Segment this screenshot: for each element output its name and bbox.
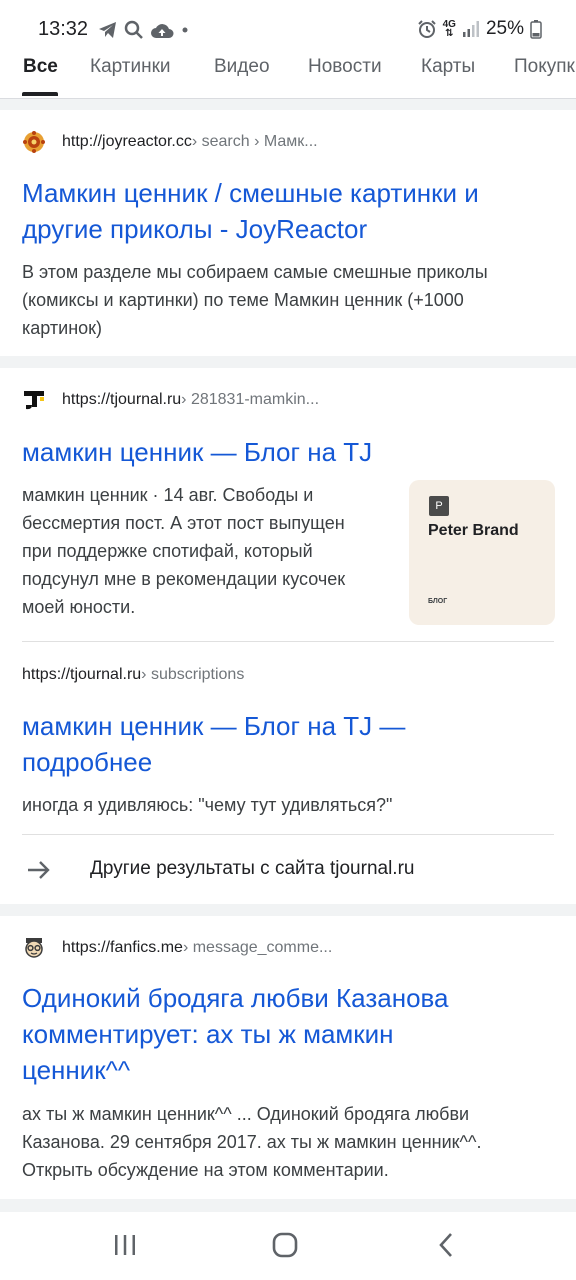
signal-icon	[462, 21, 479, 37]
result-path: › search › Мамк...	[191, 133, 318, 150]
snippet-line: подсунул мне в рекомендации кусочек	[22, 569, 346, 589]
divider	[22, 641, 554, 642]
snippet-line: ах ты ж мамкин ценник^^ ... Одинокий бро…	[22, 1104, 470, 1124]
result-url: https://tjournal.ru	[62, 391, 182, 408]
search-result-tjournal: https://tjournal.ru › 281831-mamkin... м…	[0, 368, 576, 904]
sub-result-title-line[interactable]: подробнее	[22, 744, 552, 780]
result-title[interactable]: мамкин ценник — Блог на TJ	[22, 434, 552, 470]
divider	[22, 834, 554, 835]
recent-apps-icon[interactable]	[113, 1234, 137, 1256]
result-url: https://fanfics.me	[62, 939, 183, 956]
result-source[interactable]: http://joyreactor.cc › search › Мамк...	[22, 130, 318, 154]
snippet-line: Казанова. 29 сентября 2017. ах ты ж мамк…	[22, 1132, 482, 1152]
sub-result-snippet: иногда я удивляюсь: "чему тут удивляться…	[22, 795, 393, 815]
dot-icon	[182, 27, 188, 33]
cloud-upload-icon	[151, 24, 174, 38]
snippet-line: (комиксы и картинки) по теме Мамкин ценн…	[22, 290, 464, 310]
result-source[interactable]: https://tjournal.ru › 281831-mamkin...	[22, 388, 319, 412]
system-navigation-bar	[0, 1212, 576, 1280]
sub-result-url: https://tjournal.ru	[22, 666, 142, 683]
search-icon	[124, 20, 143, 39]
result-thumbnail[interactable]: P Peter Brand БЛОГ	[409, 480, 555, 625]
sub-result-title[interactable]: мамкин ценник — Блог на TJ — подробнее	[22, 708, 552, 780]
snippet-line: Открыть обсуждение на этом комментарии.	[22, 1160, 389, 1180]
status-notifications	[98, 18, 190, 42]
more-results-button[interactable]: Другие результаты с сайта tjournal.ru	[0, 844, 576, 896]
battery-icon	[530, 20, 542, 39]
network-type: 4G ⇅	[442, 19, 456, 39]
tab-shopping[interactable]: Покупки	[514, 56, 576, 78]
telegram-icon	[99, 22, 116, 38]
result-title[interactable]: Одинокий бродяга любви Казанова комменти…	[22, 980, 552, 1088]
back-icon[interactable]	[437, 1232, 455, 1258]
sub-result-source[interactable]: https://tjournal.ru › subscriptions	[22, 666, 244, 684]
status-system-icons: 4G ⇅ 25%	[417, 17, 542, 41]
search-result-fanfics: https://fanfics.me › message_comme... Од…	[0, 916, 576, 1199]
tjournal-favicon-icon	[22, 388, 46, 412]
snippet-line: мамкин ценник · 14 авг. Свободы и	[22, 485, 314, 505]
result-title-line[interactable]: ценник^^	[22, 1052, 552, 1088]
active-tab-indicator	[22, 92, 58, 96]
result-path: › message_comme...	[182, 939, 333, 956]
result-snippet: ах ты ж мамкин ценник^^ ... Одинокий бро…	[22, 1100, 481, 1184]
sub-result-title-line[interactable]: мамкин ценник — Блог на TJ —	[22, 708, 552, 744]
result-title-line[interactable]: комментирует: ах ты ж мамкин	[22, 1016, 552, 1052]
result-title-line[interactable]: другие приколы - JoyReactor	[22, 211, 552, 247]
battery-percent: 25%	[485, 18, 524, 39]
result-path: › 281831-mamkin...	[181, 391, 320, 408]
status-time: 13:32	[38, 18, 89, 40]
snippet-line: картинок)	[22, 318, 103, 338]
tab-news[interactable]: Новости	[308, 56, 382, 78]
sub-result-path: › subscriptions	[141, 666, 245, 683]
joyreactor-favicon-icon	[22, 130, 46, 154]
thumbnail-badge: P	[429, 496, 449, 516]
search-tabs: Все Картинки Видео Новости Карты Покупки	[0, 44, 576, 99]
result-snippet: В этом разделе мы собираем самые смешные…	[22, 258, 488, 342]
result-title[interactable]: Мамкин ценник / смешные картинки и други…	[22, 175, 552, 247]
snippet-line: моей юности.	[22, 597, 136, 617]
more-results-label: Другие результаты с сайта tjournal.ru	[90, 858, 415, 879]
arrow-right-icon	[28, 861, 50, 879]
snippet-line: бессмертия пост. А этот пост выпущен	[22, 513, 345, 533]
thumbnail-title: Peter Brand	[428, 522, 519, 539]
snippet-line: В этом разделе мы собираем самые смешные…	[22, 262, 488, 282]
snippet-line: при поддержке спотифай, который	[22, 541, 313, 561]
tab-all[interactable]: Все	[23, 56, 58, 78]
tab-maps[interactable]: Карты	[421, 56, 475, 78]
fanfics-favicon-icon	[22, 936, 46, 960]
alarm-icon	[417, 20, 436, 38]
result-title-line[interactable]: Мамкин ценник / смешные картинки и	[22, 175, 552, 211]
result-url: http://joyreactor.cc	[62, 133, 192, 150]
result-source[interactable]: https://fanfics.me › message_comme...	[22, 936, 332, 960]
result-snippet: мамкин ценник · 14 авг. Свободы и бессме…	[22, 481, 402, 621]
thumbnail-caption: БЛОГ	[428, 598, 448, 605]
home-icon[interactable]	[272, 1232, 298, 1258]
result-title-line[interactable]: Одинокий бродяга любви Казанова	[22, 980, 552, 1016]
search-result-joyreactor: http://joyreactor.cc › search › Мамк... …	[0, 110, 576, 356]
tab-video[interactable]: Видео	[214, 56, 270, 78]
tab-images[interactable]: Картинки	[90, 56, 171, 78]
